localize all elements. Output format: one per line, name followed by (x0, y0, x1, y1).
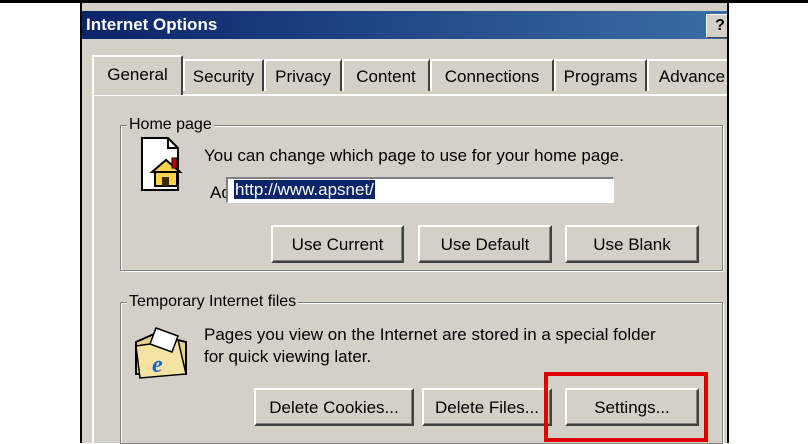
use-blank-button[interactable]: Use Blank (565, 225, 699, 263)
red-highlight-box (544, 372, 708, 442)
temp-files-group-label: Temporary Internet files (127, 292, 299, 312)
window-title: Internet Options (86, 15, 218, 34)
tab-general[interactable]: General (92, 55, 183, 95)
tab-advanced[interactable]: Advance (647, 59, 727, 91)
home-page-description: You can change which page to use for you… (204, 146, 624, 165)
home-page-icon (141, 137, 183, 191)
use-default-button[interactable]: Use Default (418, 225, 552, 263)
ie-folder-icon: e (135, 327, 187, 379)
tab-security[interactable]: Security (183, 59, 264, 91)
help-button[interactable]: ? (706, 14, 727, 38)
delete-files-button[interactable]: Delete Files... (422, 388, 552, 426)
delete-cookies-button[interactable]: Delete Cookies... (254, 388, 414, 426)
home-page-group-label: Home page (127, 115, 214, 135)
tab-strip: General Security Privacy Content Connect… (92, 55, 727, 95)
address-value: http://www.apsnet/ (234, 180, 375, 199)
temp-files-description-line2: for quick viewing later. (204, 347, 372, 366)
title-bar: Internet Options ? (82, 11, 727, 39)
tab-privacy[interactable]: Privacy (264, 59, 342, 91)
frame-right-border (727, 3, 729, 443)
tab-content[interactable]: Content (342, 59, 430, 91)
tab-programs[interactable]: Programs (554, 59, 647, 91)
address-field[interactable]: http://www.apsnet/ (226, 177, 614, 203)
tab-connections[interactable]: Connections (430, 59, 554, 91)
use-current-button[interactable]: Use Current (271, 225, 404, 263)
temp-files-description-line1: Pages you view on the Internet are store… (204, 325, 656, 344)
svg-text:e: e (152, 352, 163, 378)
